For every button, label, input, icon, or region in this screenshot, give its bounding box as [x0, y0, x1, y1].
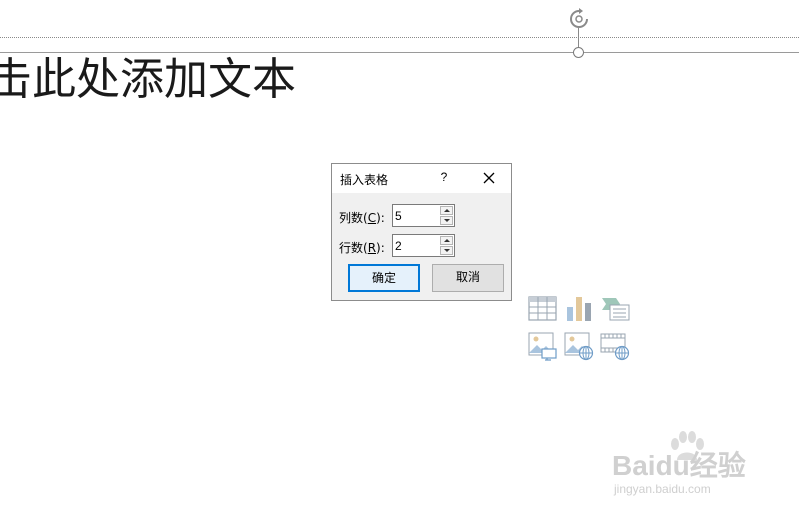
title-placeholder-text[interactable]: 击此处添加文本 [0, 50, 296, 110]
columns-label-mnemonic: C [367, 211, 377, 225]
rows-input[interactable] [395, 237, 437, 254]
watermark-brand: Baidu经验 [612, 450, 746, 481]
rows-increment-button[interactable] [440, 236, 453, 245]
dialog-titlebar[interactable]: 插入表格 ? [332, 164, 511, 193]
rotate-icon[interactable] [568, 8, 590, 30]
watermark-url: jingyan.baidu.com [614, 482, 711, 496]
rows-stepper[interactable] [392, 234, 455, 257]
help-button[interactable]: ? [436, 170, 452, 186]
rows-label-prefix: 行数( [339, 241, 368, 255]
columns-input[interactable] [395, 207, 437, 224]
resize-handle[interactable] [573, 47, 584, 58]
smartart-icon[interactable] [600, 295, 630, 325]
cancel-button[interactable]: 取消 [432, 264, 504, 292]
rows-decrement-button[interactable] [440, 246, 453, 255]
rows-label-mnemonic: R [367, 241, 377, 255]
dialog-title: 插入表格 [340, 173, 389, 187]
close-icon[interactable] [480, 169, 498, 187]
columns-stepper[interactable] [392, 204, 455, 227]
columns-label: 列数(C): [339, 209, 385, 226]
video-icon[interactable] [600, 331, 630, 361]
rotate-handle-stem [578, 28, 579, 48]
slide-canvas: 击此处添加文本 插入表格 ? 列数(C): 行数(R): 确定 取 [0, 0, 799, 520]
columns-label-prefix: 列数( [339, 211, 368, 225]
picture-icon[interactable] [528, 331, 558, 361]
placeholder-dotted-border [0, 37, 799, 38]
online-picture-icon[interactable] [564, 331, 594, 361]
columns-label-suffix: ): [376, 211, 385, 225]
table-icon[interactable] [528, 295, 558, 325]
chart-icon[interactable] [564, 293, 594, 323]
ok-button[interactable]: 确定 [348, 264, 420, 292]
rows-label: 行数(R): [339, 239, 385, 256]
rows-label-suffix: ): [376, 241, 385, 255]
columns-increment-button[interactable] [440, 206, 453, 215]
columns-decrement-button[interactable] [440, 216, 453, 225]
insert-table-dialog: 插入表格 ? 列数(C): 行数(R): 确定 取消 [331, 163, 512, 301]
baidu-watermark: Baidu经验 jingyan.baidu.com [612, 430, 762, 510]
